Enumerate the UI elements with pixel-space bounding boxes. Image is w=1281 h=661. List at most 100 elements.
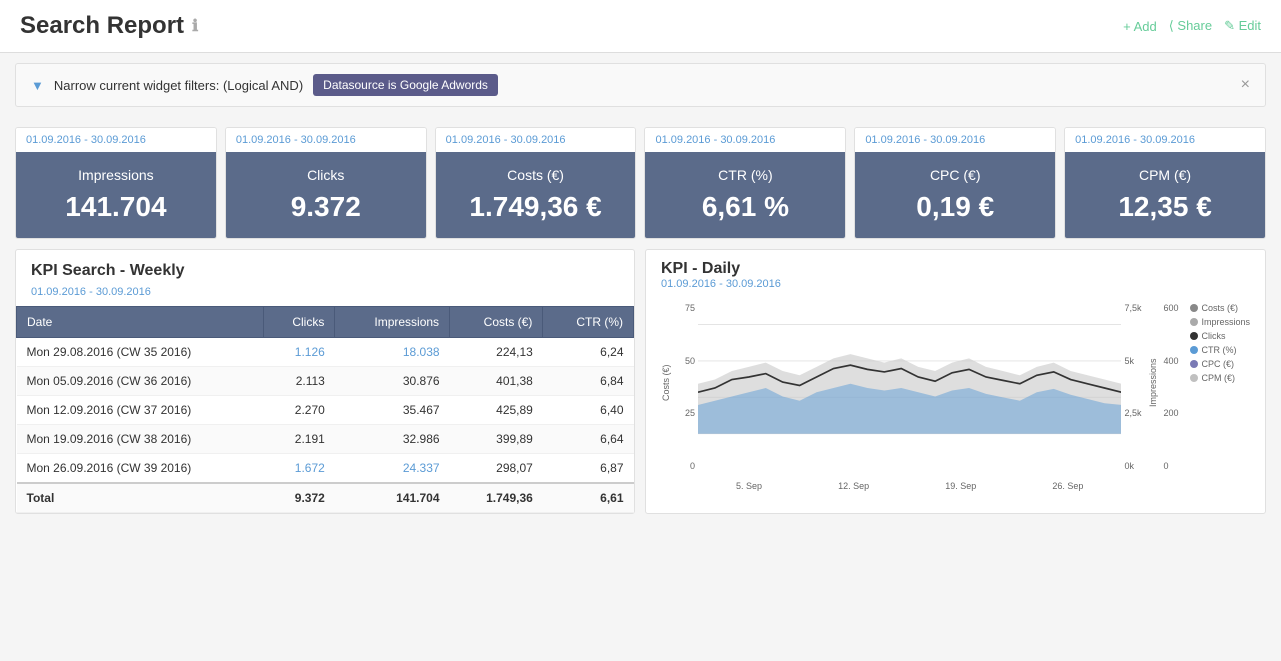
y-right2-label: 0	[1163, 461, 1185, 471]
kpi-card-value-3: 6,61 %	[655, 191, 835, 223]
table-cell-1-1: 2.113	[264, 367, 335, 396]
filter-left: ▼ Narrow current widget filters: (Logica…	[31, 74, 498, 96]
col-header-date: Date	[17, 307, 264, 338]
kpi-table-panel: KPI Search - Weekly 01.09.2016 - 30.09.2…	[15, 249, 635, 514]
table-cell-2-0: Mon 12.09.2016 (CW 37 2016)	[17, 396, 264, 425]
table-cell-0-4: 6,24	[543, 338, 634, 367]
table-cell-2-3: 425,89	[450, 396, 543, 425]
table-cell-3-1: 2.191	[264, 425, 335, 454]
table-cell-1-3: 401,38	[450, 367, 543, 396]
y-labels-left: 7550250	[673, 298, 698, 491]
legend-label: CTR (%)	[1201, 345, 1236, 355]
legend-dot	[1190, 346, 1198, 354]
chart-title: KPI - Daily	[661, 260, 1250, 278]
y-right-label: 2,5k	[1124, 408, 1146, 418]
main-content: KPI Search - Weekly 01.09.2016 - 30.09.2…	[0, 249, 1281, 529]
table-row-2: Mon 12.09.2016 (CW 37 2016)2.27035.46742…	[17, 396, 634, 425]
table-title: KPI Search - Weekly	[16, 250, 634, 284]
kpi-card-label-5: CPM (€)	[1075, 167, 1255, 183]
table-cell-3-0: Mon 19.09.2016 (CW 38 2016)	[17, 425, 264, 454]
table-total-row: Total9.372141.7041.749,366,61	[17, 483, 634, 513]
col-header-ctr----: CTR (%)	[543, 307, 634, 338]
legend-dot	[1190, 374, 1198, 382]
kpi-card-label-0: Impressions	[26, 167, 206, 183]
kpi-cards: 01.09.2016 - 30.09.2016 Impressions 141.…	[15, 127, 1266, 239]
table-cell-4-2: 24.337	[335, 454, 450, 484]
table-cell-0-3: 224,13	[450, 338, 543, 367]
table-row-0: Mon 29.08.2016 (CW 35 2016)1.12618.03822…	[17, 338, 634, 367]
table-cell-2-1: 2.270	[264, 396, 335, 425]
filter-description: Narrow current widget filters: (Logical …	[54, 78, 303, 93]
table-cell-3-4: 6,64	[543, 425, 634, 454]
kpi-card-1: 01.09.2016 - 30.09.2016 Clicks 9.372	[225, 127, 427, 239]
kpi-card-label-4: CPC (€)	[865, 167, 1045, 183]
total-cell-0: Total	[17, 483, 264, 513]
filter-icon: ▼	[31, 78, 44, 93]
kpi-card-date-3: 01.09.2016 - 30.09.2016	[645, 128, 845, 152]
kpi-section: 01.09.2016 - 30.09.2016 Impressions 141.…	[0, 117, 1281, 249]
kpi-card-4: 01.09.2016 - 30.09.2016 CPC (€) 0,19 €	[854, 127, 1056, 239]
legend-dot	[1190, 304, 1198, 312]
kpi-card-body-5: CPM (€) 12,35 €	[1065, 152, 1265, 238]
legend-label: Impressions	[1201, 317, 1250, 327]
y-left-label: 75	[673, 303, 695, 313]
y-right2-label: 400	[1163, 356, 1185, 366]
table-row-3: Mon 19.09.2016 (CW 38 2016)2.19132.98639…	[17, 425, 634, 454]
header-actions: + Add ⟨ Share ✎ Edit	[1123, 18, 1261, 34]
table-cell-4-4: 6,87	[543, 454, 634, 484]
filter-tag[interactable]: Datasource is Google Adwords	[313, 74, 498, 96]
kpi-card-label-3: CTR (%)	[655, 167, 835, 183]
kpi-chart-panel: KPI - Daily 01.09.2016 - 30.09.2016 Cost…	[645, 249, 1266, 514]
x-labels: 5. Sep12. Sep19. Sep26. Sep	[698, 478, 1121, 491]
legend-entry: CPM (€)	[1190, 373, 1250, 383]
kpi-card-date-2: 01.09.2016 - 30.09.2016	[436, 128, 636, 152]
total-cell-3: 1.749,36	[450, 483, 543, 513]
chart-date: 01.09.2016 - 30.09.2016	[661, 278, 1250, 290]
chart-wrapper: Costs (€) 7550250	[661, 298, 1250, 491]
y-left-label: 0	[673, 461, 695, 471]
table-cell-3-3: 399,89	[450, 425, 543, 454]
kpi-card-value-0: 141.704	[26, 191, 206, 223]
kpi-card-date-1: 01.09.2016 - 30.09.2016	[226, 128, 426, 152]
kpi-card-body-2: Costs (€) 1.749,36 €	[436, 152, 636, 238]
edit-button[interactable]: ✎ Edit	[1224, 18, 1261, 34]
chart-area: KPI - Daily 01.09.2016 - 30.09.2016 Cost…	[646, 250, 1265, 501]
col-header-impressions: Impressions	[335, 307, 450, 338]
table-date: 01.09.2016 - 30.09.2016	[16, 284, 634, 306]
kpi-card-3: 01.09.2016 - 30.09.2016 CTR (%) 6,61 %	[644, 127, 846, 239]
kpi-card-value-2: 1.749,36 €	[446, 191, 626, 223]
kpi-card-value-1: 9.372	[236, 191, 416, 223]
page-header: Search Report ℹ + Add ⟨ Share ✎ Edit	[0, 0, 1281, 53]
share-button[interactable]: ⟨ Share	[1169, 18, 1212, 34]
table-cell-2-2: 35.467	[335, 396, 450, 425]
legend-label: CPM (€)	[1201, 373, 1235, 383]
kpi-card-body-3: CTR (%) 6,61 %	[645, 152, 845, 238]
total-cell-4: 6,61	[543, 483, 634, 513]
close-filter-button[interactable]: ×	[1241, 76, 1250, 94]
filter-sublabel: (Logical AND)	[223, 78, 303, 93]
legend-entry: CTR (%)	[1190, 345, 1250, 355]
table-cell-4-1: 1.672	[264, 454, 335, 484]
kpi-card-5: 01.09.2016 - 30.09.2016 CPM (€) 12,35 €	[1064, 127, 1266, 239]
info-icon[interactable]: ℹ	[192, 16, 198, 36]
col-header-clicks: Clicks	[264, 307, 335, 338]
kpi-table: DateClicksImpressionsCosts (€)CTR (%) Mo…	[16, 306, 634, 513]
total-cell-2: 141.704	[335, 483, 450, 513]
table-row-4: Mon 26.09.2016 (CW 39 2016)1.67224.33729…	[17, 454, 634, 484]
filter-label: Narrow current widget filters:	[54, 78, 219, 93]
table-cell-4-0: Mon 26.09.2016 (CW 39 2016)	[17, 454, 264, 484]
table-cell-4-3: 298,07	[450, 454, 543, 484]
total-cell-1: 9.372	[264, 483, 335, 513]
add-button[interactable]: + Add	[1123, 18, 1157, 34]
legend-entry: Clicks	[1190, 331, 1250, 341]
legend-entry: CPC (€)	[1190, 359, 1250, 369]
table-cell-1-0: Mon 05.09.2016 (CW 36 2016)	[17, 367, 264, 396]
table-cell-0-2: 18.038	[335, 338, 450, 367]
kpi-card-2: 01.09.2016 - 30.09.2016 Costs (€) 1.749,…	[435, 127, 637, 239]
table-row-1: Mon 05.09.2016 (CW 36 2016)2.11330.87640…	[17, 367, 634, 396]
y-right-label: 5k	[1124, 356, 1146, 366]
page-title: Search Report ℹ	[20, 12, 198, 40]
table-cell-2-4: 6,40	[543, 396, 634, 425]
table-cell-1-4: 6,84	[543, 367, 634, 396]
title-text: Search Report	[20, 12, 184, 40]
